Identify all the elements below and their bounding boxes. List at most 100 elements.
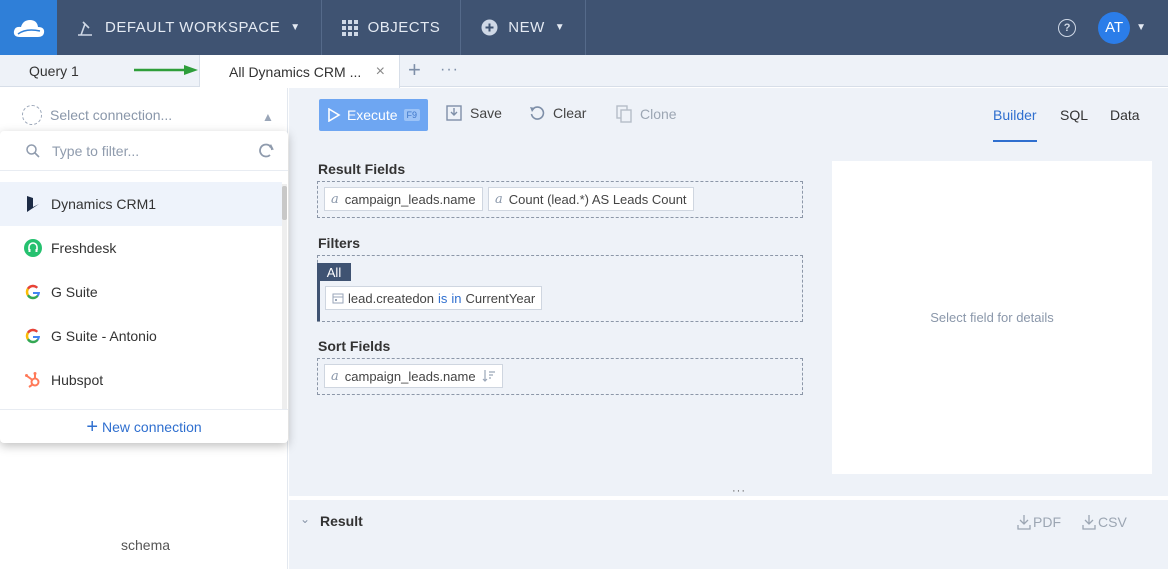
save-icon	[446, 105, 462, 121]
copy-icon	[616, 105, 632, 123]
result-field-chip[interactable]: a Count (lead.*) AS Leads Count	[488, 187, 694, 211]
connection-item-g-suite-antonio[interactable]: G Suite - Antonio	[0, 314, 282, 358]
connection-item-label: Dynamics CRM1	[51, 196, 157, 212]
chevron-down-icon: ▼	[554, 22, 566, 33]
plus-icon: +	[86, 415, 99, 438]
field-details-panel: Select field for details	[832, 161, 1152, 474]
result-fields-box[interactable]: a campaign_leads.name a Count (lead.*) A…	[317, 181, 803, 218]
undo-icon	[530, 106, 545, 120]
text-type-icon: a	[331, 191, 339, 207]
execute-button[interactable]: Execute F9	[319, 99, 428, 131]
toolbar: Execute F9 Save Clear Clone Builder SQL …	[289, 88, 1168, 142]
active-tab-indicator	[993, 140, 1037, 142]
connection-select-label: Select connection...	[50, 107, 173, 123]
connection-item-dynamics-crm1[interactable]: Dynamics CRM1	[0, 182, 282, 226]
sort-fields-box[interactable]: a campaign_leads.name	[317, 358, 803, 395]
filter-chip[interactable]: lead.createdon is in CurrentYear	[325, 286, 543, 310]
export-pdf-button[interactable]: PDF	[1017, 514, 1061, 530]
scrollbar-thumb[interactable]	[282, 186, 287, 220]
tab-data[interactable]: Data	[1110, 107, 1140, 123]
connection-item-g-suite[interactable]: G Suite	[0, 270, 282, 314]
avatar: AT	[1098, 11, 1131, 44]
chevron-down-icon: ▼	[290, 22, 301, 33]
close-icon[interactable]: ×	[376, 63, 385, 81]
top-nav: DEFAULT WORKSPACE ▼ OBJECTS NEW ▼ ? AT ▼	[0, 0, 1168, 55]
refresh-icon[interactable]	[256, 141, 276, 161]
tab-all-dynamics-crm[interactable]: All Dynamics CRM ... ×	[200, 55, 400, 88]
app-logo[interactable]	[0, 0, 57, 55]
more-tabs-icon[interactable]: ···	[440, 61, 459, 79]
text-type-icon: a	[495, 191, 503, 207]
grid-icon	[341, 19, 358, 36]
filter-group-all[interactable]: All	[317, 263, 351, 281]
details-placeholder: Select field for details	[930, 310, 1054, 325]
chevron-up-icon[interactable]: ▲	[262, 110, 274, 124]
search-icon	[26, 143, 40, 158]
connection-dropdown: Type to filter... Dynamics CRM1 Freshdes…	[0, 131, 288, 443]
export-csv-button[interactable]: CSV	[1082, 514, 1127, 530]
tab-sql[interactable]: SQL	[1060, 107, 1088, 123]
result-panel: ⌄ Result PDF CSV	[289, 496, 1168, 569]
tab-label: All Dynamics CRM ...	[229, 63, 362, 80]
clear-label: Clear	[553, 105, 587, 121]
objects-menu[interactable]: OBJECTS	[322, 0, 462, 55]
workspace-label: DEFAULT WORKSPACE	[105, 19, 281, 36]
arrow-right-icon	[134, 65, 198, 75]
execute-label: Execute	[346, 107, 398, 123]
connection-item-freshdesk[interactable]: Freshdesk	[0, 226, 282, 270]
filter-value: CurrentYear	[465, 290, 536, 306]
filter-operator: is	[438, 290, 448, 306]
pdf-label: PDF	[1033, 514, 1061, 530]
connection-item-hubspot[interactable]: Hubspot	[0, 358, 282, 402]
shortcut-badge: F9	[403, 109, 421, 121]
save-button[interactable]: Save	[446, 105, 502, 121]
add-tab-icon[interactable]: +	[408, 59, 421, 81]
connection-filter[interactable]: Type to filter...	[0, 131, 288, 171]
hubspot-icon	[24, 371, 42, 389]
connection-list: Dynamics CRM1 Freshdesk G Suite G Suite …	[0, 182, 282, 402]
clear-button[interactable]: Clear	[529, 105, 586, 121]
new-menu[interactable]: NEW ▼	[461, 0, 587, 55]
calendar-icon	[332, 293, 344, 304]
field-label: campaign_leads.name	[344, 368, 476, 384]
play-icon	[328, 108, 341, 122]
help-icon[interactable]: ?	[1058, 18, 1077, 37]
dynamics-icon	[24, 195, 42, 213]
query-editor: Execute F9 Save Clear Clone Builder SQL …	[289, 88, 1168, 569]
new-connection-button[interactable]: + New connection	[0, 409, 288, 443]
objects-label: OBJECTS	[367, 19, 441, 36]
tab-label: Query 1	[29, 63, 79, 79]
chevron-down-icon[interactable]: ⌄	[300, 512, 310, 526]
new-connection-label: New connection	[102, 418, 202, 435]
connection-item-label: Freshdesk	[51, 240, 117, 256]
connection-item-label: G Suite - Antonio	[51, 328, 157, 344]
download-icon	[1082, 515, 1096, 530]
tab-builder[interactable]: Builder	[993, 107, 1037, 123]
result-title[interactable]: Result	[320, 513, 363, 529]
new-label: NEW	[508, 19, 545, 36]
sort-field-chip[interactable]: a campaign_leads.name	[324, 364, 503, 388]
filter-input[interactable]: Type to filter...	[52, 143, 139, 159]
field-label: Count (lead.*) AS Leads Count	[508, 191, 687, 207]
connection-select[interactable]: Select connection...	[22, 105, 172, 125]
filter-group-bar	[317, 281, 320, 321]
clone-label: Clone	[640, 106, 677, 122]
clone-button[interactable]: Clone	[616, 105, 677, 123]
user-menu[interactable]: AT ▼	[1098, 11, 1146, 44]
save-label: Save	[470, 105, 502, 121]
dropdown-scrollbar[interactable]	[282, 184, 287, 409]
result-fields-title: Result Fields	[318, 161, 406, 177]
filter-operator: in	[451, 290, 462, 306]
result-field-chip[interactable]: a campaign_leads.name	[324, 187, 483, 211]
freshdesk-icon	[24, 239, 42, 257]
google-icon	[24, 283, 42, 301]
sort-descending-icon[interactable]	[482, 369, 496, 383]
connection-item-label: Hubspot	[51, 372, 104, 388]
text-type-icon: a	[331, 368, 339, 384]
workspace-menu[interactable]: DEFAULT WORKSPACE ▼	[57, 0, 322, 55]
plus-circle-icon	[481, 19, 498, 36]
connection-placeholder-icon	[22, 105, 42, 125]
cloud-logo-icon	[13, 19, 44, 37]
schema-text: schema	[121, 537, 171, 553]
workspace-icon	[78, 20, 92, 36]
